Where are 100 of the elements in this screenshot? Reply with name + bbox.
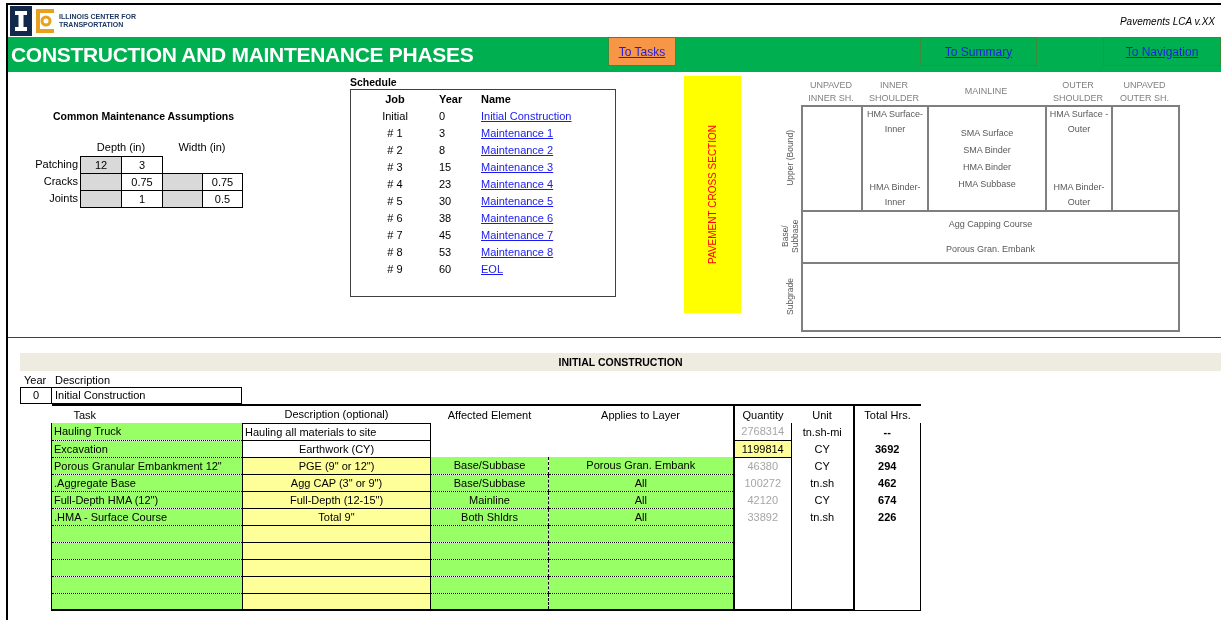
table-cell[interactable]	[430, 542, 549, 559]
table-cell[interactable]: Base/Subbase	[430, 474, 549, 491]
table-cell: 674	[853, 491, 921, 508]
table-cell-text: 3	[439, 126, 447, 141]
column-logo-icon	[10, 6, 32, 36]
layer-label: HMA Surface-Inner	[866, 108, 924, 136]
row-label: Cracks	[42, 174, 79, 189]
bracket-logo-icon	[34, 6, 56, 36]
table-cell-text: # 5	[386, 194, 404, 209]
table-cell: 0.75	[202, 173, 243, 191]
table-cell: 33892	[733, 508, 792, 525]
table-cell[interactable]: Hauling all materials to site	[242, 423, 431, 440]
layer-label: HMA Surface -Outer	[1048, 108, 1110, 136]
table-cell-text: 60	[439, 262, 453, 277]
table-cell: --	[853, 423, 921, 440]
schedule-link[interactable]: Maintenance 2	[481, 144, 554, 156]
table-cell-text: 30	[439, 194, 453, 209]
table-cell[interactable]: Base/Subbase	[430, 457, 549, 474]
column-header: Width (in)	[177, 140, 227, 155]
table-cell-text: # 6	[386, 211, 404, 226]
table-cell: 0.5	[202, 190, 243, 208]
row-label: Subgrade	[785, 277, 795, 315]
table-cell: 3	[121, 156, 163, 174]
table-cell: 462	[853, 474, 921, 491]
column-header: OUTER SHOULDER	[1052, 78, 1104, 105]
section-title: INITIAL CONSTRUCTION	[558, 356, 683, 368]
table-cell: tn.sh	[791, 474, 854, 491]
table-cell: Hauling Truck	[51, 423, 243, 440]
section-title: Schedule	[350, 76, 398, 89]
layer-label: HMA Binder	[963, 160, 1011, 174]
table-cell: CY	[791, 440, 854, 457]
table-cell: 3692	[853, 440, 921, 457]
table-cell: 226	[853, 508, 921, 525]
row-label: Base/ Subbase	[780, 218, 800, 255]
table-cell: CY	[791, 491, 854, 508]
schedule-link[interactable]: EOL	[481, 263, 503, 275]
table-cell	[80, 190, 122, 208]
table-cell-text: # 9	[386, 262, 404, 277]
table-cell: 12	[80, 156, 122, 174]
page-title: CONSTRUCTION AND MAINTENANCE PHASES	[10, 42, 475, 67]
column-header: UNPAVED INNER SH.	[807, 78, 855, 105]
column-header: Job	[384, 92, 406, 107]
row-label: Patching	[34, 157, 79, 172]
table-cell-text: # 1	[386, 126, 404, 141]
table-cell[interactable]: Both Shldrs	[430, 508, 549, 525]
table-cell-text: # 7	[386, 228, 404, 243]
schedule-link[interactable]: Maintenance 7	[481, 229, 554, 241]
table-cell: 100272	[733, 474, 792, 491]
table-cell-text: Initial	[381, 109, 409, 124]
section-title: Common Maintenance Assumptions	[53, 110, 236, 122]
table-cell-text: 8	[439, 143, 447, 158]
column-header: Quantity	[733, 405, 792, 423]
layer-label: Agg Capping Course	[948, 218, 1033, 231]
table-cell[interactable]	[430, 559, 549, 576]
table-cell: 46380	[733, 457, 792, 474]
row-label: Upper (Bound)	[785, 129, 795, 186]
column-header: Depth (in)	[95, 140, 147, 155]
table-cell-text: 15	[439, 160, 453, 175]
schedule-link[interactable]: Maintenance 3	[481, 161, 554, 173]
table-cell[interactable]	[430, 576, 549, 593]
table-cell-text: # 8	[386, 245, 404, 260]
layer-label: HMA Binder-Outer	[1052, 181, 1106, 209]
table-cell[interactable]	[430, 525, 549, 542]
table-cell-text: 23	[439, 177, 453, 192]
table-cell	[162, 190, 203, 208]
table-cell: CY	[791, 457, 854, 474]
table-cell-text: 53	[439, 245, 453, 260]
table-cell[interactable]: Porous Gran. Embank	[548, 457, 734, 474]
schedule-link[interactable]: Maintenance 6	[481, 212, 554, 224]
table-cell-text: # 3	[386, 160, 404, 175]
version-label: Pavements LCA v.XX	[1119, 15, 1215, 27]
table-cell-text: 45	[439, 228, 453, 243]
layer-label: HMA Subbase	[958, 177, 1016, 191]
layer-label: HMA Binder-Inner	[868, 181, 922, 209]
schedule-link[interactable]: Maintenance 1	[481, 127, 554, 139]
table-cell[interactable]: Mainline	[430, 491, 549, 508]
table-cell[interactable]	[430, 593, 549, 610]
nav-button[interactable]: To Tasks	[608, 37, 676, 66]
column-header: Total Hrs.	[853, 405, 921, 423]
table-cell: 1199814	[733, 440, 792, 457]
layer-label: Porous Gran. Embank	[945, 243, 1035, 256]
layer-label: SMA Surface	[960, 126, 1014, 140]
schedule-link[interactable]: Maintenance 5	[481, 195, 554, 207]
table-cell-text: 0	[439, 109, 447, 124]
field-label: Description	[55, 373, 111, 387]
column-header: INNER SHOULDER	[868, 78, 920, 105]
table-cell: 294	[853, 457, 921, 474]
table-cell	[162, 173, 203, 191]
layer-label: SMA Binder	[963, 143, 1011, 157]
column-header: MAINLINE	[963, 85, 1009, 98]
column-header: Name	[481, 92, 512, 107]
vertical-label: PAVEMENT CROSS SECTION	[707, 125, 718, 264]
schedule-link[interactable]: Maintenance 4	[481, 178, 554, 190]
table-cell: tn.sh	[791, 508, 854, 525]
table-cell	[80, 173, 122, 191]
table-cell: 42120	[733, 491, 792, 508]
schedule-link[interactable]: Initial Construction	[481, 110, 572, 122]
column-header: Unit	[791, 405, 854, 423]
field-label: Year	[24, 373, 48, 387]
schedule-link[interactable]: Maintenance 8	[481, 246, 554, 258]
